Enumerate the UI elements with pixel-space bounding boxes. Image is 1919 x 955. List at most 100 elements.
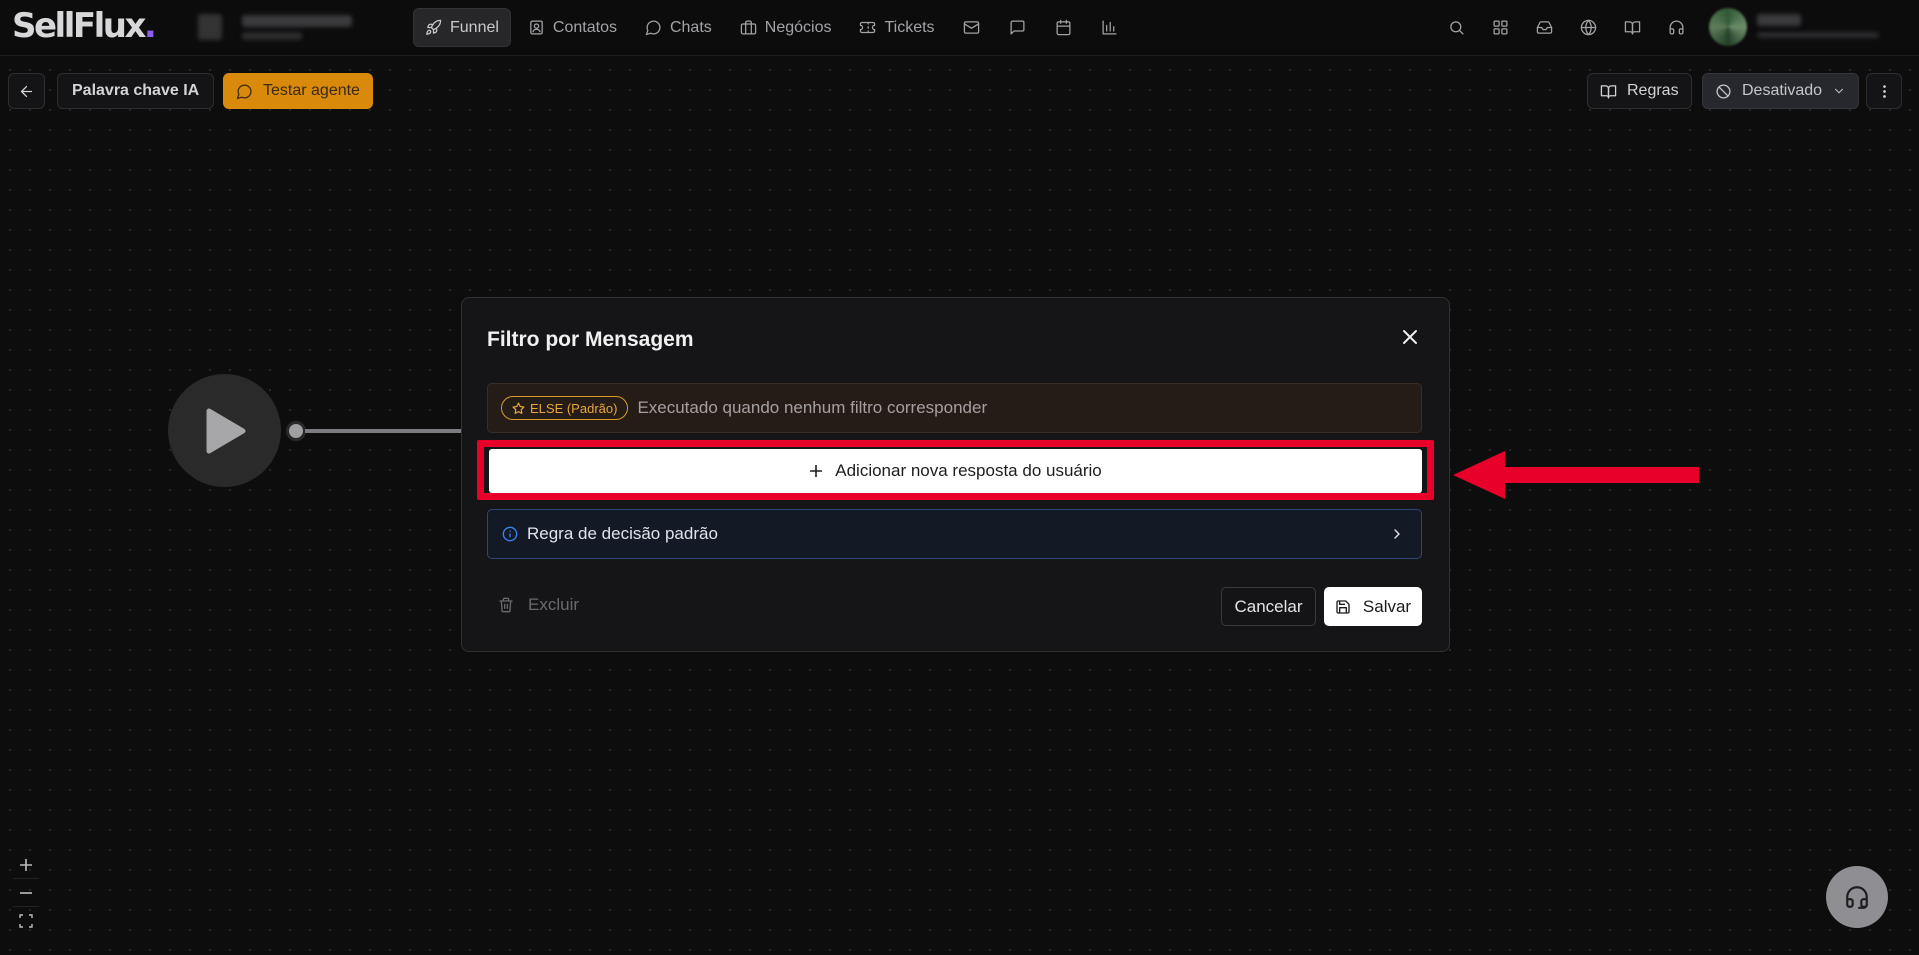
support-chat-button[interactable] [1826,866,1888,928]
plus-icon [810,465,823,477]
nav-negocios[interactable]: Negócios [729,8,843,47]
nav-chats[interactable]: Chats [634,8,723,47]
nav-funnel[interactable]: Funnel [413,8,511,47]
user-avatar[interactable] [1709,8,1747,46]
logo-text: SellFlux [12,6,146,46]
nav-tickets-label: Tickets [884,18,935,36]
ticket-icon [860,21,876,34]
close-icon [1403,330,1417,344]
nav-negocios-label: Negócios [764,18,832,36]
add-user-response-button[interactable]: Adicionar nova resposta do usuário [489,449,1422,493]
headset-icon [1846,886,1868,909]
header-actions [1436,8,1696,47]
search-icon [1449,21,1464,35]
save-button[interactable]: Salvar [1324,587,1422,626]
nav-email[interactable] [952,8,992,47]
ban-icon [1716,83,1731,99]
language-button[interactable] [1568,8,1608,47]
back-button[interactable] [8,73,45,109]
info-icon [502,526,518,542]
message-filter-modal: Filtro por Mensagem ELSE (Padrão) Execut… [461,297,1450,652]
chevron-right-icon [1394,529,1400,539]
default-decision-rule[interactable]: Regra de decisão padrão [487,509,1422,559]
user-info-redacted[interactable] [1755,12,1880,42]
flow-connection-line [305,429,462,433]
sellflux-logo[interactable]: SellFlux. [12,6,157,46]
save-label: Salvar [1362,596,1412,616]
save-icon [1336,599,1350,614]
nav-messages[interactable] [998,8,1038,47]
else-default-filter: ELSE (Padrão) Executado quando nenhum fi… [487,383,1422,433]
plus-icon [20,858,32,871]
flow-start-node[interactable] [168,374,281,487]
cancel-button[interactable]: Cancelar [1221,587,1316,626]
rules-button[interactable]: Regras [1587,73,1692,109]
nav-funnel-label: Funnel [450,18,499,36]
contact-icon [530,20,543,35]
arrow-left-icon [20,85,33,97]
briefcase-icon [740,20,756,35]
top-navigation-bar: SellFlux. Funnel Contatos Chats Negócios… [0,0,1919,56]
test-agent-label: Testar agente [263,82,360,99]
inbox-button[interactable] [1524,8,1564,47]
status-label: Desativado [1742,82,1823,99]
book-icon [1624,21,1640,35]
nav-tickets[interactable]: Tickets [848,8,945,47]
docs-button[interactable] [1612,8,1652,47]
calendar-icon [1056,19,1071,36]
delete-button[interactable]: Excluir [498,595,579,615]
bar-chart-icon [1102,20,1117,35]
main-nav: Funnel Contatos Chats Negócios Tickets [413,8,1130,47]
close-button[interactable] [1398,325,1422,349]
zoom-in-button[interactable] [13,851,39,879]
modal-title: Filtro por Mensagem [487,328,694,351]
workspace-selector[interactable] [190,10,380,46]
star-icon [512,401,525,414]
workspace-avatar-redacted [198,14,222,40]
search-button[interactable] [1436,8,1476,47]
nav-calendar[interactable] [1044,8,1084,47]
else-badge: ELSE (Padrão) [501,396,629,420]
play-icon [206,408,245,453]
status-dropdown[interactable]: Desativado [1702,73,1860,109]
workspace-sub-redacted [242,32,302,40]
default-rule-label: Regra de decisão padrão [527,524,718,543]
user-email-redacted [1757,32,1879,38]
inbox-icon [1536,21,1552,34]
mail-icon [963,21,980,34]
workspace-name-redacted [242,15,352,27]
minus-icon [20,891,32,894]
node-output-handle[interactable] [286,421,306,441]
delete-label: Excluir [528,595,580,614]
nav-reports[interactable] [1090,8,1130,47]
book-open-icon [1600,84,1617,99]
chevron-down-icon [1835,88,1844,94]
trash-icon [499,597,513,613]
message-square-icon [1010,20,1025,35]
apps-button[interactable] [1480,8,1520,47]
rules-label: Regras [1627,82,1679,99]
fit-screen-icon [19,914,33,928]
logo-dot: . [143,6,157,46]
nav-chats-label: Chats [669,18,712,36]
nav-contatos-label: Contatos [552,18,617,36]
nav-contatos[interactable]: Contatos [517,8,628,47]
fit-view-button[interactable] [13,907,39,935]
support-button[interactable] [1656,8,1696,47]
else-description: Executado quando nenhum filtro correspon… [637,398,988,417]
test-agent-button[interactable]: Testar agente [223,73,373,109]
chat-bubble-icon [236,84,252,99]
annotation-arrow [1453,451,1699,499]
add-user-response-label: Adicionar nova resposta do usuário [835,461,1102,480]
chat-icon [645,20,661,36]
more-vertical-icon [1882,84,1886,98]
zoom-controls [13,851,39,935]
more-options-button[interactable] [1866,73,1902,109]
else-badge-label: ELSE (Padrão) [530,400,618,416]
flow-name: Palavra chave IA [72,82,200,99]
rocket-icon [426,19,442,35]
user-name-redacted [1757,14,1801,26]
zoom-out-button[interactable] [13,879,39,907]
cancel-label: Cancelar [1234,596,1303,616]
flow-name-button[interactable]: Palavra chave IA [57,73,215,109]
